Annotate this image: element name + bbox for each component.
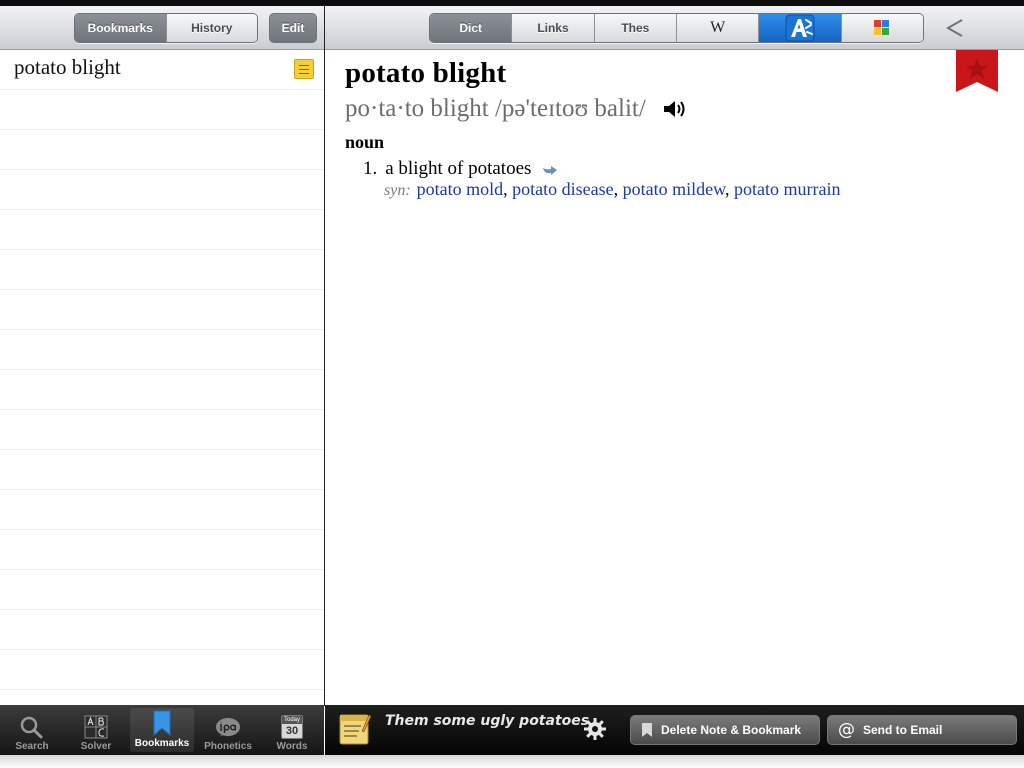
solver-grid-icon	[84, 715, 108, 739]
delete-note-bookmark-button[interactable]: Delete Note & Bookmark	[630, 715, 820, 745]
pronunciation: po·ta·to blight /pə'teɪtoʊ balit/	[345, 95, 646, 122]
empty-row	[0, 410, 324, 450]
tab-label: Search	[15, 741, 49, 752]
tab-label: Solver	[80, 741, 112, 752]
left-toolbar: Bookmarks History Edit	[0, 6, 324, 50]
empty-row	[0, 130, 324, 170]
ipa-icon	[216, 718, 240, 736]
list-item[interactable]: potato blight	[0, 50, 324, 90]
tab-label: Words	[276, 741, 308, 752]
calendar-icon-day: 30	[285, 725, 299, 737]
list-item-label: potato blight	[14, 55, 121, 79]
bookmark-icon	[153, 710, 171, 736]
definition-text: a blight of potatoes	[385, 158, 532, 179]
synonyms-line: syn: potato mold, potato disease, potato …	[384, 179, 841, 199]
bookmarks-history-segmented-control: Bookmarks History	[74, 13, 258, 43]
bookmark-list: potato blight	[0, 50, 324, 705]
tab-label: Phonetics	[204, 741, 252, 752]
sense-number: 1.	[363, 158, 378, 179]
notepad-icon[interactable]	[339, 711, 371, 745]
empty-row	[0, 450, 324, 490]
tab-solver[interactable]: Solver	[64, 705, 128, 755]
send-to-email-button[interactable]: @ Send to Email	[827, 715, 1017, 745]
empty-row	[0, 290, 324, 330]
empty-row	[0, 570, 324, 610]
letter-a-icon	[785, 14, 815, 42]
edit-button[interactable]: Edit	[269, 13, 317, 43]
bookmark-icon	[642, 723, 652, 737]
at-sign-icon: @	[838, 720, 855, 740]
tab-google[interactable]	[840, 14, 923, 42]
syn-label: syn:	[384, 182, 411, 199]
gear-icon[interactable]	[583, 717, 607, 741]
tab-words[interactable]: Today 30 Words	[260, 705, 324, 755]
calendar-icon: Today 30	[281, 715, 303, 739]
note-icon	[294, 59, 314, 79]
tab-wikipedia[interactable]: W	[675, 14, 759, 42]
tab-phonetics[interactable]: Phonetics	[196, 705, 260, 755]
speaker-icon[interactable]	[662, 98, 688, 120]
empty-row	[0, 610, 324, 650]
related-arrow-icon[interactable]	[542, 165, 558, 175]
headword: potato blight	[345, 57, 507, 89]
bottom-shadow	[0, 755, 1024, 768]
empty-row	[0, 210, 324, 250]
note-bar: Them some ugly potatoes Delete Note & Bo…	[325, 705, 1024, 755]
empty-row	[0, 330, 324, 370]
part-of-speech: noun	[345, 132, 385, 152]
sense: 1. a blight of potatoes	[363, 158, 558, 180]
synonym-link[interactable]: potato mold	[417, 179, 504, 199]
tab-thes[interactable]: Thes	[593, 14, 676, 42]
tab-bookmarks-bottom[interactable]: Bookmarks	[130, 708, 194, 752]
note-text[interactable]: Them some ugly potatoes	[385, 713, 589, 729]
tab-kids-dictionary[interactable]	[758, 14, 841, 42]
tab-search[interactable]: Search	[0, 705, 64, 755]
empty-row	[0, 90, 324, 130]
empty-row	[0, 250, 324, 290]
bottom-tab-bar: Search Solver Bookmarks Phonetics Today …	[0, 705, 324, 755]
calendar-icon-label: Today	[282, 716, 302, 724]
delete-note-bookmark-label: Delete Note & Bookmark	[661, 723, 802, 737]
search-icon	[20, 716, 43, 739]
google-icon	[874, 20, 890, 35]
empty-row	[0, 490, 324, 530]
empty-row	[0, 170, 324, 210]
synonym-link[interactable]: potato mildew	[623, 179, 725, 199]
source-segmented-control: Dict Links Thes W	[429, 13, 924, 43]
wikipedia-icon: W	[710, 19, 726, 36]
empty-row	[0, 370, 324, 410]
send-to-email-label: Send to Email	[863, 723, 943, 737]
tab-history[interactable]: History	[165, 14, 257, 42]
synonym-link[interactable]: potato murrain	[734, 179, 840, 199]
back-arrow-icon[interactable]	[945, 18, 965, 38]
tab-label: Bookmarks	[134, 738, 190, 749]
bookmark-ribbon-icon[interactable]	[956, 50, 998, 92]
tab-links[interactable]: Links	[511, 14, 594, 42]
empty-row	[0, 650, 324, 690]
empty-row	[0, 530, 324, 570]
tab-bookmarks[interactable]: Bookmarks	[75, 14, 166, 42]
definition-pane: potato blight po·ta·to blight /pə'teɪtoʊ…	[325, 50, 1024, 705]
tab-dict[interactable]: Dict	[430, 14, 512, 42]
synonym-link[interactable]: potato disease	[512, 179, 613, 199]
empty-row	[0, 690, 324, 705]
pronunciation-line: po·ta·to blight /pə'teɪtoʊ balit/	[345, 95, 688, 123]
right-toolbar: Dict Links Thes W	[325, 6, 1024, 50]
